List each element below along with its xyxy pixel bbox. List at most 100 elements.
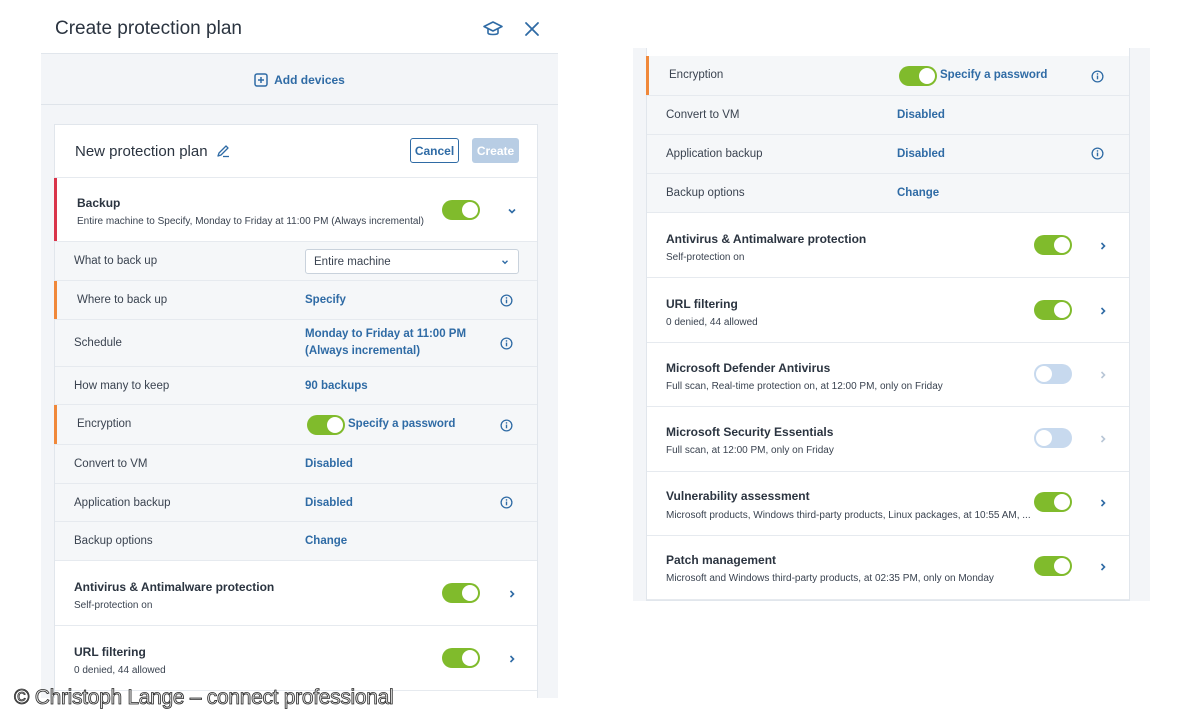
section-title: Antivirus & Antimalware protection	[666, 232, 867, 246]
what-to-back-up-value: Entire machine	[314, 256, 391, 268]
info-icon[interactable]	[1091, 70, 1104, 83]
chevron-right-icon[interactable]	[1097, 433, 1109, 445]
left-panel: Create protection plan Add devices New p…	[41, 0, 558, 698]
security-essentials-toggle[interactable]	[1034, 428, 1072, 448]
section-title: Vulnerability assessment	[666, 489, 810, 503]
section-subtitle: Full scan, at 12:00 PM, only on Friday	[666, 445, 834, 456]
photo-credit: © Christoph Lange – connect professional	[14, 686, 394, 710]
chevron-right-icon[interactable]	[1097, 240, 1109, 252]
backup-toggle[interactable]	[442, 200, 480, 220]
page-title: Create protection plan	[55, 18, 242, 39]
plan-header: New protection plan Cancel Create	[55, 125, 537, 178]
section-vulnerability-assessment[interactable]: Vulnerability assessment Microsoft produ…	[647, 472, 1129, 536]
section-title: Microsoft Security Essentials	[666, 425, 834, 439]
how-many-to-keep-label: How many to keep	[74, 380, 170, 392]
encryption-value[interactable]: Specify a password	[940, 69, 1047, 81]
antivirus-section[interactable]: Antivirus & Antimalware protection Self-…	[55, 561, 537, 626]
where-to-back-up-label: Where to back up	[77, 294, 168, 306]
antivirus-subtitle: Self-protection on	[74, 600, 153, 611]
defender-toggle[interactable]	[1034, 364, 1072, 384]
backup-options-row: Backup options Change	[647, 174, 1129, 213]
backup-options-value[interactable]: Change	[305, 535, 347, 547]
backup-options-row: Backup options Change	[55, 522, 537, 561]
vulnerability-assessment-toggle[interactable]	[1034, 492, 1072, 512]
chevron-right-icon[interactable]	[1097, 561, 1109, 573]
convert-to-vm-row: Convert to VM Disabled	[647, 96, 1129, 135]
antivirus-toggle[interactable]	[1034, 235, 1072, 255]
pencil-icon[interactable]	[216, 144, 230, 158]
info-icon[interactable]	[500, 419, 513, 432]
what-to-back-up-select[interactable]: Entire machine	[305, 249, 519, 274]
section-defender[interactable]: Microsoft Defender Antivirus Full scan, …	[647, 343, 1129, 407]
section-title: Patch management	[666, 553, 777, 567]
plan-card: New protection plan Cancel Create Backup…	[54, 124, 538, 698]
schedule-value-line2[interactable]: (Always incremental)	[305, 345, 420, 357]
section-url-filtering[interactable]: URL filtering 0 denied, 44 allowed	[647, 278, 1129, 343]
backup-title: Backup	[77, 196, 121, 210]
chevron-right-icon[interactable]	[1097, 497, 1109, 509]
convert-to-vm-value[interactable]: Disabled	[305, 458, 353, 470]
antivirus-title: Antivirus & Antimalware protection	[74, 580, 275, 594]
chevron-right-icon[interactable]	[506, 588, 518, 600]
encryption-value[interactable]: Specify a password	[348, 418, 455, 430]
url-filtering-toggle[interactable]	[442, 648, 480, 668]
section-antivirus[interactable]: Antivirus & Antimalware protection Self-…	[647, 213, 1129, 278]
encryption-row: Encryption Specify a password	[646, 56, 1129, 96]
chevron-down-icon	[502, 260, 508, 265]
section-title: Microsoft Defender Antivirus	[666, 361, 831, 375]
graduation-cap-icon[interactable]	[482, 18, 504, 40]
add-devices-button[interactable]: Add devices	[41, 55, 558, 105]
section-security-essentials[interactable]: Microsoft Security Essentials Full scan,…	[647, 407, 1129, 472]
backup-options-label: Backup options	[74, 535, 153, 547]
what-to-back-up-label: What to back up	[74, 255, 158, 267]
application-backup-row: Application backup Disabled	[647, 135, 1129, 174]
url-filtering-toggle[interactable]	[1034, 300, 1072, 320]
encryption-label: Encryption	[77, 418, 132, 430]
create-button[interactable]: Create	[472, 138, 519, 163]
backup-options-value[interactable]: Change	[897, 187, 939, 199]
section-marker	[54, 178, 57, 241]
section-subtitle: Self-protection on	[666, 252, 745, 263]
section-subtitle: Full scan, Real-time protection on, at 1…	[666, 381, 943, 392]
convert-to-vm-label: Convert to VM	[666, 109, 740, 121]
encryption-label: Encryption	[669, 69, 724, 81]
how-many-to-keep-value[interactable]: 90 backups	[305, 380, 368, 392]
backup-subtitle: Entire machine to Specify, Monday to Fri…	[77, 216, 424, 227]
how-many-to-keep-row: How many to keep 90 backups	[55, 367, 537, 405]
plan-card-scrolled: Encryption Specify a password Convert to…	[646, 48, 1130, 601]
encryption-row: Encryption Specify a password	[54, 405, 537, 445]
convert-to-vm-value[interactable]: Disabled	[897, 109, 945, 121]
patch-management-toggle[interactable]	[1034, 556, 1072, 576]
antivirus-toggle[interactable]	[442, 583, 480, 603]
chevron-right-icon[interactable]	[1097, 305, 1109, 317]
chevron-right-icon[interactable]	[1097, 369, 1109, 381]
encryption-toggle[interactable]	[899, 66, 937, 86]
close-icon[interactable]	[521, 18, 543, 40]
chevron-down-icon[interactable]	[506, 205, 518, 217]
what-to-back-up-row: What to back up Entire machine	[55, 242, 537, 281]
application-backup-value[interactable]: Disabled	[305, 497, 353, 509]
info-icon[interactable]	[500, 294, 513, 307]
application-backup-value[interactable]: Disabled	[897, 148, 945, 160]
chevron-right-icon[interactable]	[506, 653, 518, 665]
info-icon[interactable]	[1091, 147, 1104, 160]
plan-name: New protection plan	[75, 143, 208, 160]
section-patch-management[interactable]: Patch management Microsoft and Windows t…	[647, 536, 1129, 600]
url-filtering-section[interactable]: URL filtering 0 denied, 44 allowed	[55, 626, 537, 691]
schedule-label: Schedule	[74, 337, 122, 349]
section-subtitle: Microsoft products, Windows third-party …	[666, 510, 1031, 521]
application-backup-label: Application backup	[74, 497, 171, 509]
info-icon[interactable]	[500, 337, 513, 350]
application-backup-row: Application backup Disabled	[55, 484, 537, 522]
cancel-button[interactable]: Cancel	[410, 138, 459, 163]
backup-section[interactable]: Backup Entire machine to Specify, Monday…	[54, 178, 537, 242]
plus-square-icon	[254, 72, 268, 87]
info-icon[interactable]	[500, 496, 513, 509]
encryption-toggle[interactable]	[307, 415, 345, 435]
panel-header: Create protection plan	[41, 0, 558, 54]
where-to-back-up-value[interactable]: Specify	[305, 294, 346, 306]
application-backup-label: Application backup	[666, 148, 763, 160]
schedule-value-line1[interactable]: Monday to Friday at 11:00 PM	[305, 328, 466, 340]
backup-options-label: Backup options	[666, 187, 745, 199]
where-to-back-up-row: Where to back up Specify	[54, 281, 537, 320]
